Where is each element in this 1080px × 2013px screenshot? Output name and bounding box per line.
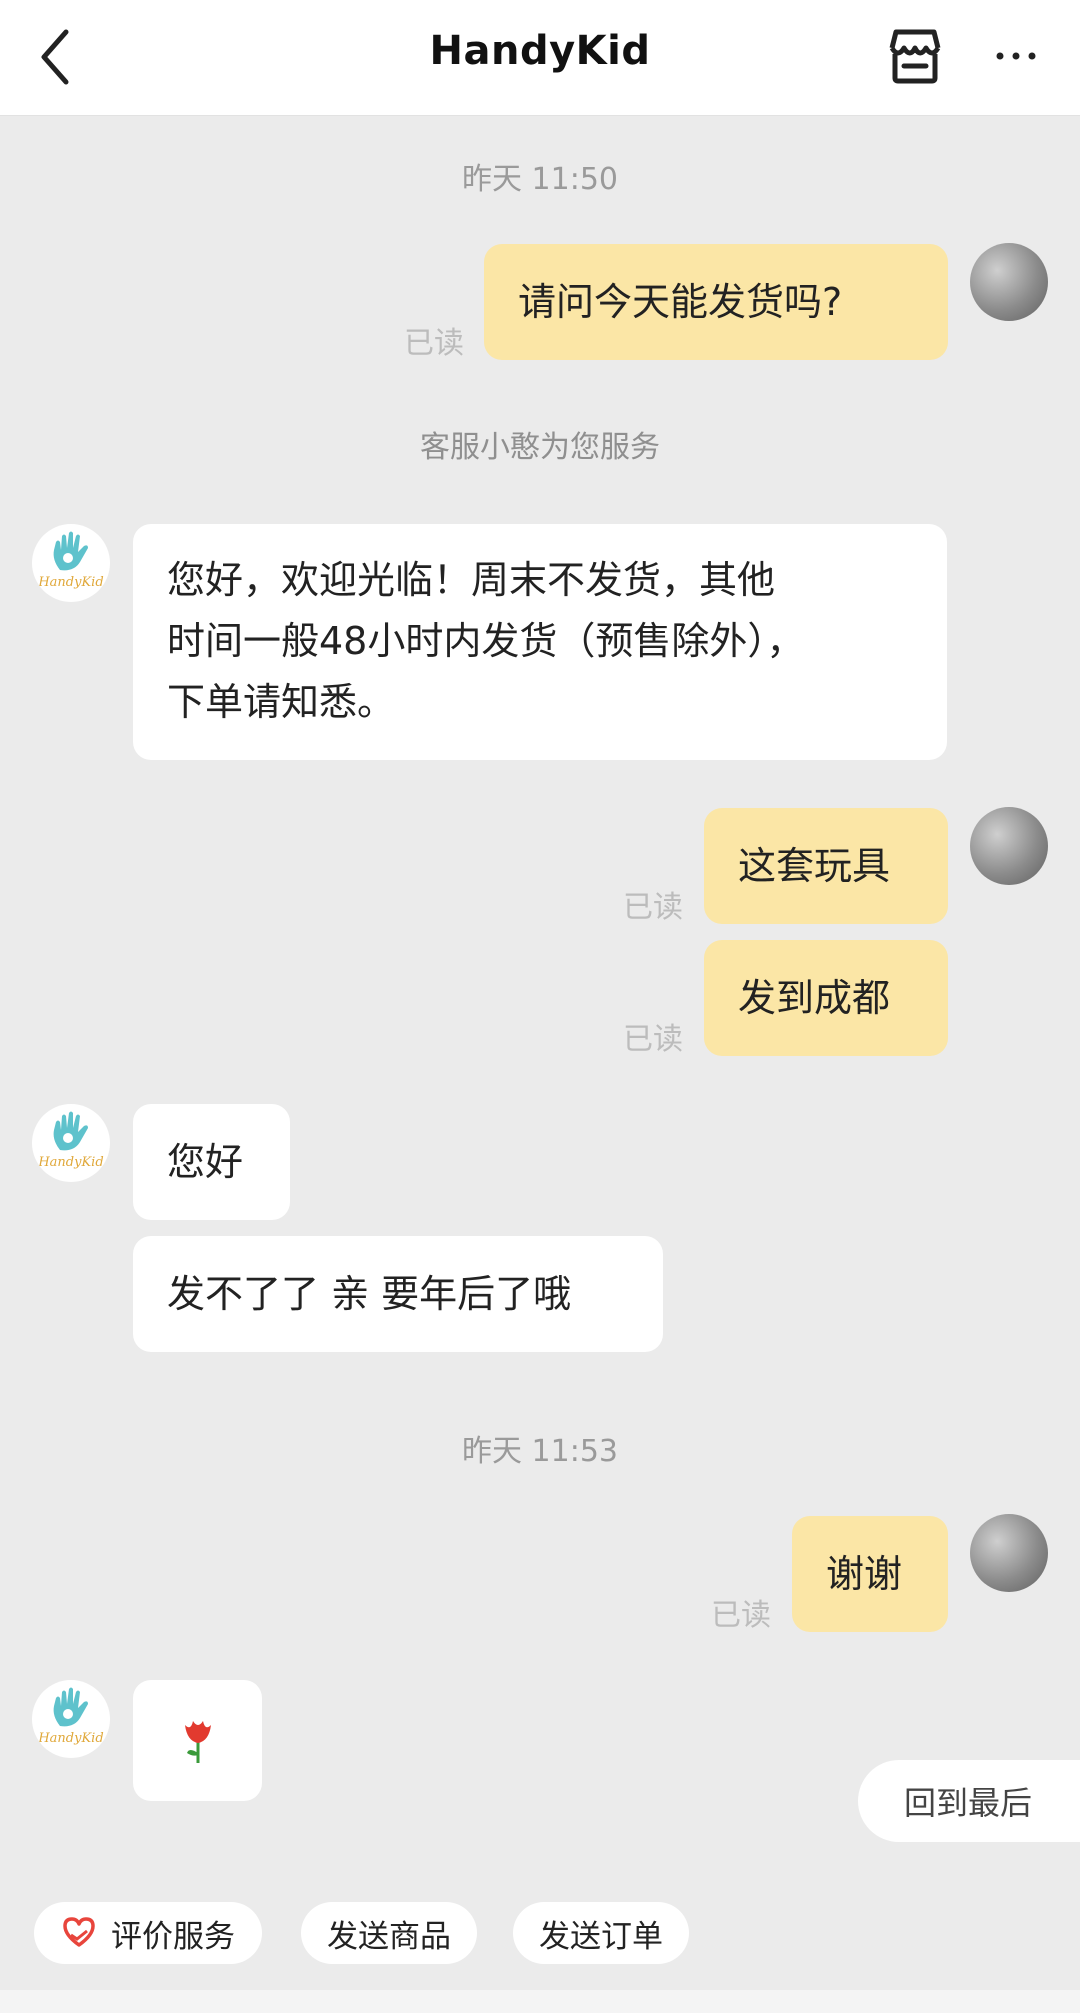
shop-avatar[interactable]: HandyKid bbox=[32, 1680, 110, 1758]
hand-logo-icon bbox=[53, 531, 88, 571]
user-avatar[interactable] bbox=[970, 243, 1048, 321]
timestamp: 昨天 11:50 bbox=[462, 162, 618, 197]
send-order-button[interactable]: 发送订单 bbox=[513, 1902, 689, 1964]
message-line: 下单请知悉。 bbox=[167, 680, 396, 724]
message-bubble-sent[interactable]: 谢谢 bbox=[792, 1516, 948, 1632]
message-bubble-received[interactable]: 您好 bbox=[133, 1104, 290, 1220]
message-line: 时间一般48小时内发货（预售除外）， bbox=[167, 619, 805, 663]
message-bubble-sent[interactable]: 这套玩具 bbox=[704, 808, 948, 924]
shop-avatar-label: HandyKid bbox=[38, 1731, 104, 1746]
service-agent-note: 客服小憨为您服务 bbox=[420, 430, 660, 465]
shop-avatar[interactable]: HandyKid bbox=[32, 524, 110, 602]
message-bubble-sent[interactable]: 发到成都 bbox=[704, 940, 948, 1056]
shop-icon[interactable] bbox=[884, 26, 946, 86]
read-receipt: 已读 bbox=[623, 890, 683, 925]
input-area-edge bbox=[0, 1990, 1080, 2013]
user-avatar[interactable] bbox=[970, 1514, 1048, 1592]
hand-logo-icon bbox=[53, 1687, 88, 1727]
read-receipt: 已读 bbox=[711, 1598, 771, 1633]
rose-emoji-icon: 🌹 bbox=[184, 1720, 211, 1763]
send-product-button[interactable]: 发送商品 bbox=[301, 1902, 477, 1964]
more-icon[interactable] bbox=[994, 38, 1038, 74]
heart-hand-icon bbox=[63, 1917, 95, 1947]
shop-avatar-label: HandyKid bbox=[38, 1155, 104, 1170]
shop-avatar-label: HandyKid bbox=[38, 575, 104, 590]
message-bubble-received[interactable]: 您好，欢迎光临！周末不发货，其他 时间一般48小时内发货（预售除外）， 下单请知… bbox=[133, 524, 947, 760]
user-avatar[interactable] bbox=[970, 807, 1048, 885]
message-line: 您好，欢迎光临！周末不发货，其他 bbox=[167, 558, 776, 602]
message-bubble-received[interactable]: 🌹 bbox=[133, 1680, 262, 1801]
timestamp: 昨天 11:53 bbox=[462, 1434, 618, 1469]
message-bubble-received[interactable]: 发不了了 亲 要年后了哦 bbox=[133, 1236, 663, 1352]
hand-logo-icon bbox=[53, 1111, 88, 1151]
rate-service-label: 评价服务 bbox=[111, 1918, 235, 1955]
message-bubble-sent[interactable]: 请问今天能发货吗? bbox=[484, 244, 948, 360]
jump-to-latest-button[interactable]: 回到最后 bbox=[858, 1760, 1080, 1842]
shop-avatar[interactable]: HandyKid bbox=[32, 1104, 110, 1182]
read-receipt: 已读 bbox=[623, 1022, 683, 1057]
rate-service-button[interactable]: 评价服务 bbox=[34, 1902, 262, 1964]
read-receipt: 已读 bbox=[404, 326, 464, 361]
top-bar: HandyKid bbox=[0, 0, 1080, 116]
